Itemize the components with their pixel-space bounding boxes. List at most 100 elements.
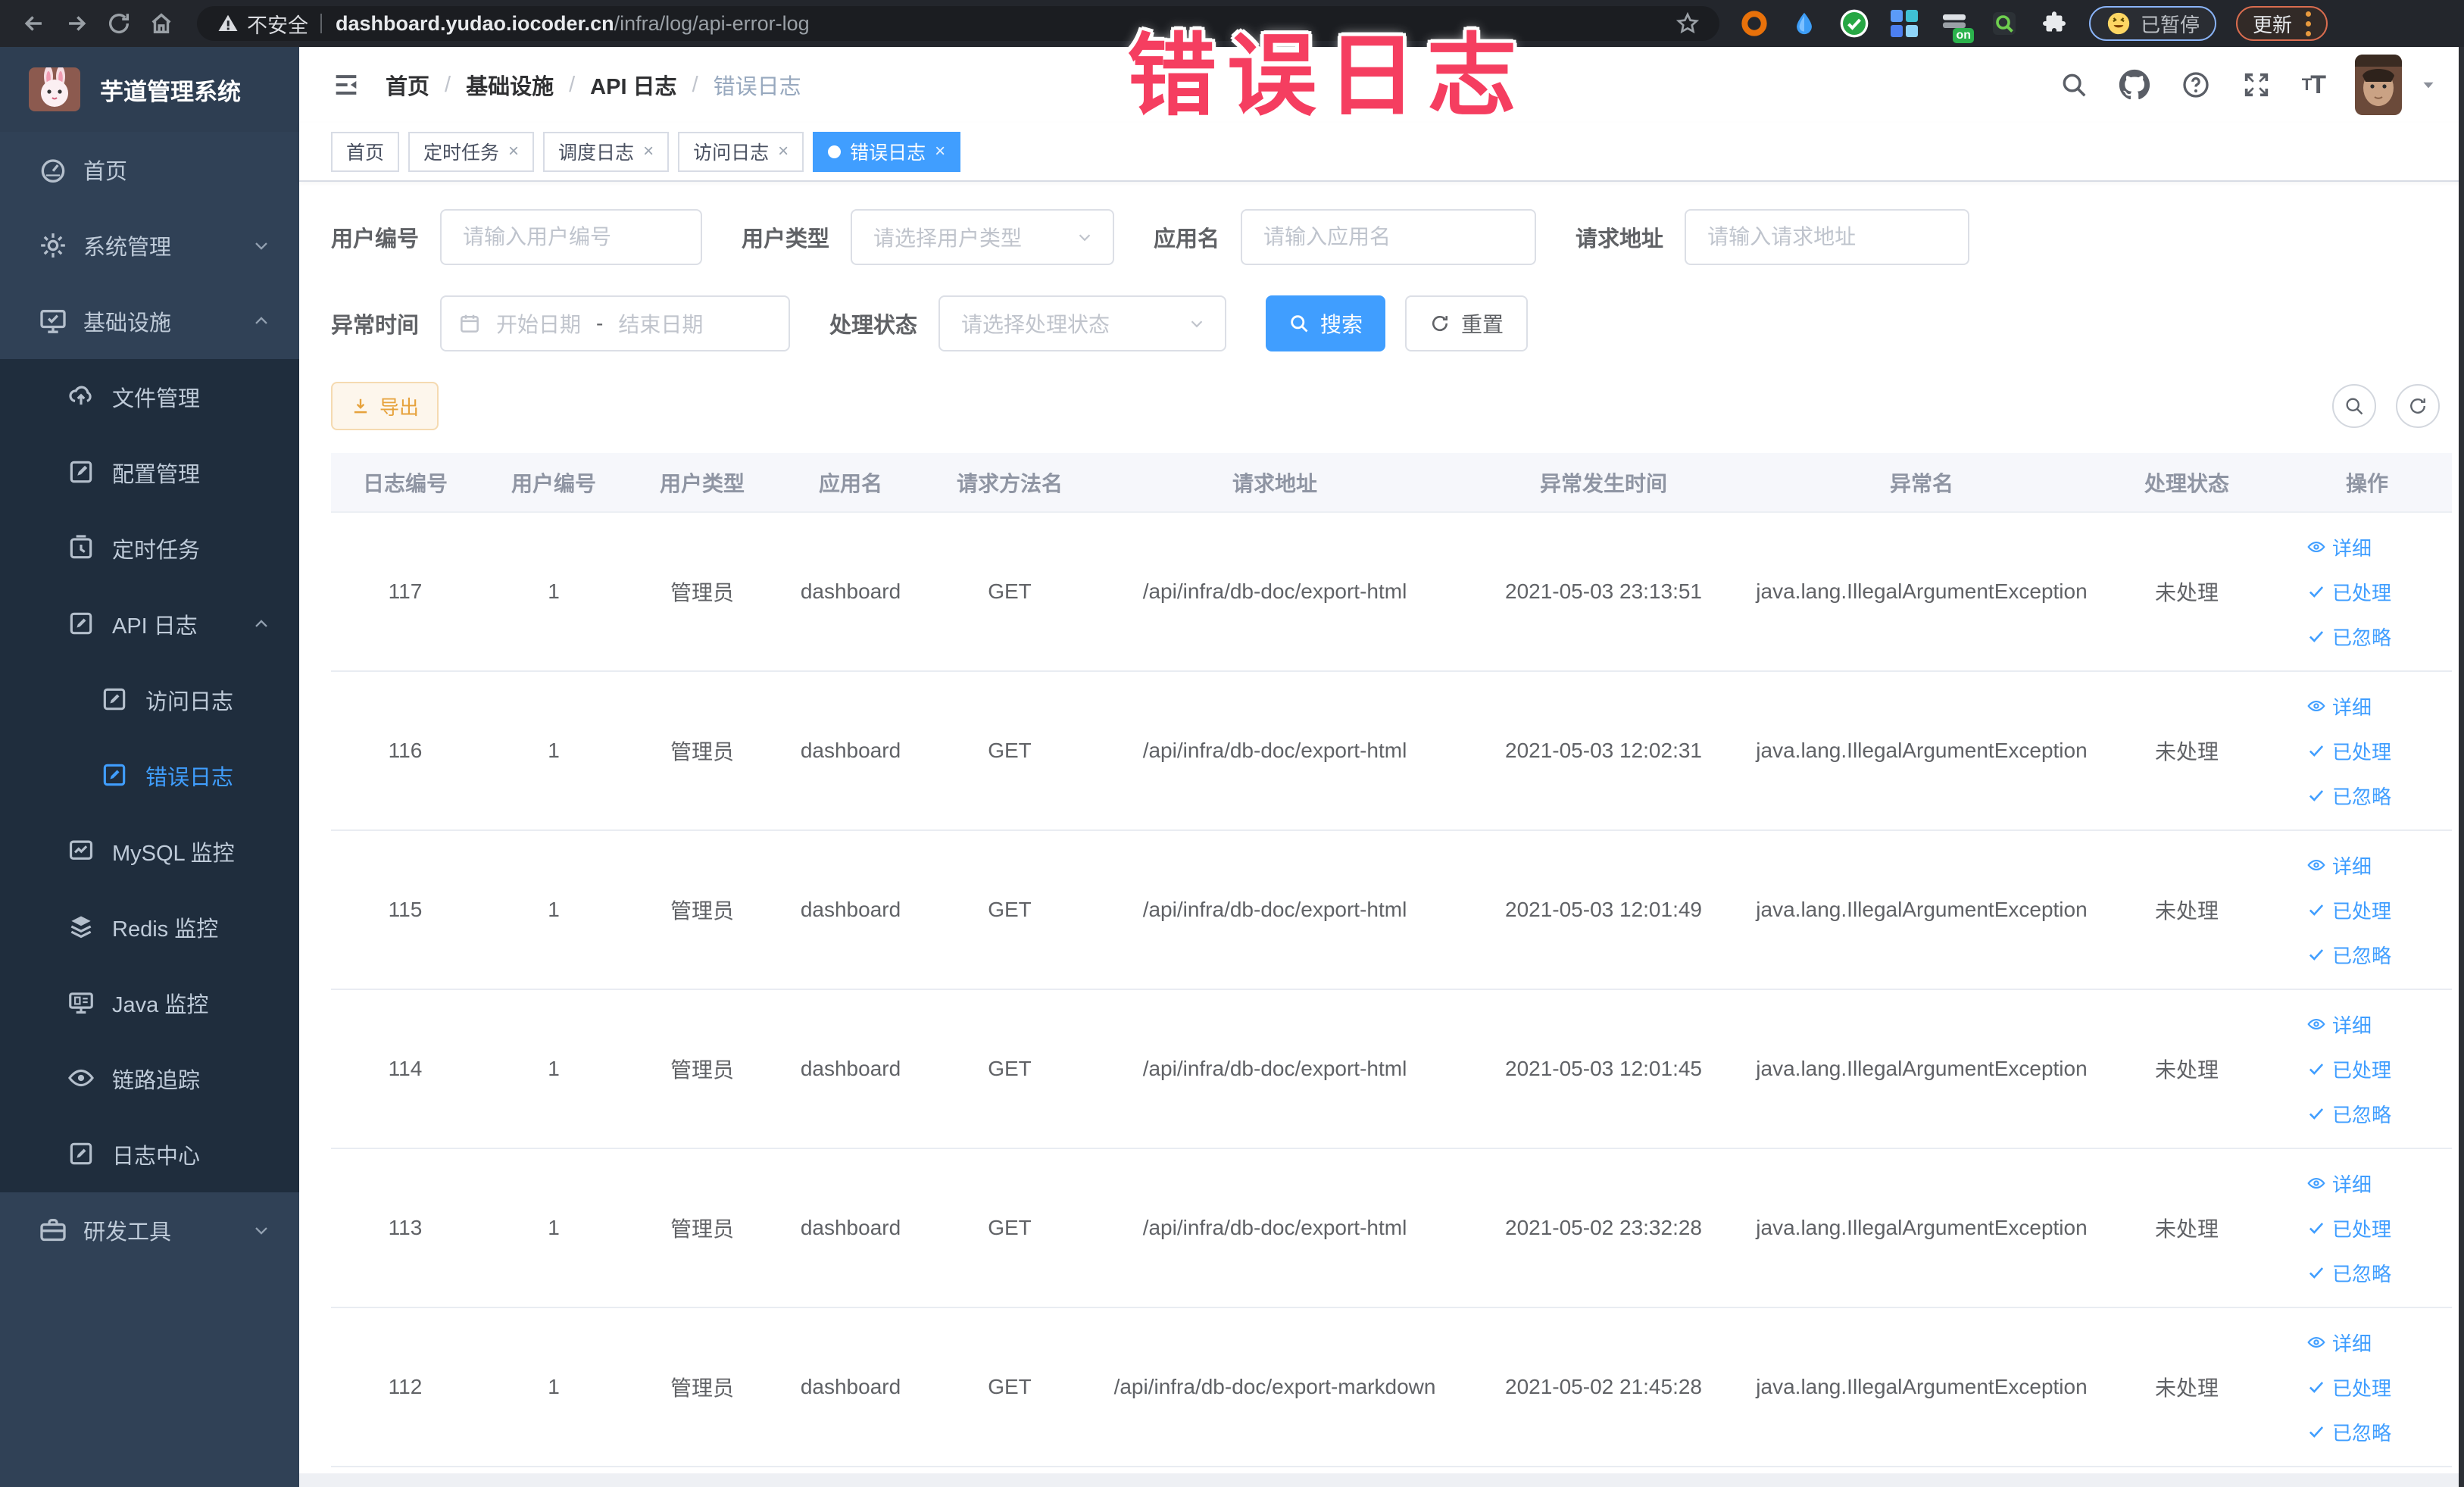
detail-link[interactable]: 详细 — [2306, 851, 2372, 879]
user-id-input[interactable] — [440, 209, 703, 265]
browser-update-button[interactable]: 更新 — [2236, 6, 2328, 41]
sidebar-item-system[interactable]: 系统管理 — [0, 208, 299, 283]
browser-home-icon[interactable] — [144, 6, 179, 41]
cell-log-id: 112 — [331, 1307, 479, 1467]
cell-app-name: dashboard — [776, 830, 925, 990]
close-icon[interactable]: × — [778, 141, 789, 162]
tab-home[interactable]: 首页 — [331, 131, 400, 172]
user-type-select[interactable]: 请选择用户类型 — [851, 209, 1115, 265]
mark-ignored-link[interactable]: 已忽略 — [2306, 623, 2391, 651]
close-icon[interactable]: × — [935, 141, 945, 162]
profile-paused-chip[interactable]: 已暂停 — [2089, 6, 2217, 41]
fullscreen-icon[interactable] — [2241, 70, 2272, 100]
sidebar-item-api-log[interactable]: API 日志 — [0, 586, 299, 662]
edit-doc-icon — [67, 609, 97, 639]
mark-processed-link[interactable]: 已处理 — [2306, 1214, 2391, 1242]
breadcrumb-api-log[interactable]: API 日志 — [590, 69, 676, 101]
github-icon[interactable] — [2119, 69, 2150, 101]
exception-time-range-picker[interactable]: 开始日期 - 结束日期 — [440, 295, 791, 351]
detail-link[interactable]: 详细 — [2306, 533, 2372, 561]
browser-reload-icon[interactable] — [101, 6, 136, 41]
browser-menu-icon[interactable] — [2306, 11, 2312, 36]
extension-blue-drop-icon[interactable] — [1789, 8, 1819, 39]
help-icon[interactable] — [2181, 70, 2211, 100]
tab-scheduled-jobs[interactable]: 定时任务 × — [408, 131, 535, 172]
breadcrumb-home[interactable]: 首页 — [386, 69, 429, 101]
caret-down-icon[interactable] — [2419, 75, 2438, 95]
extension-orange-ring-icon[interactable] — [1739, 8, 1769, 39]
status-select[interactable]: 请选择处理状态 — [938, 295, 1227, 351]
extension-on-switch-icon[interactable]: on — [1939, 8, 1974, 43]
check-icon — [2309, 1108, 2324, 1120]
col-user-type: 用户类型 — [628, 453, 776, 512]
sidebar-item-redis-monitor[interactable]: Redis 监控 — [0, 889, 299, 965]
mark-ignored-link[interactable]: 已忽略 — [2306, 1418, 2391, 1446]
extension-puzzle-icon[interactable] — [2039, 8, 2069, 39]
cell-log-id: 114 — [331, 989, 479, 1149]
tab-label: 首页 — [346, 142, 385, 164]
detail-link[interactable]: 详细 — [2306, 1170, 2372, 1198]
close-icon[interactable]: × — [508, 141, 519, 162]
sidebar-item-dev-tools[interactable]: 研发工具 — [0, 1192, 299, 1268]
reset-button[interactable]: 重置 — [1405, 295, 1529, 351]
chevron-up-icon — [251, 614, 272, 635]
cell-user-id: 1 — [479, 1148, 628, 1308]
hide-search-button[interactable] — [2332, 384, 2376, 428]
security-warning-icon[interactable] — [217, 12, 239, 35]
browser-forward-icon[interactable] — [59, 6, 94, 41]
header-search-icon[interactable] — [2060, 70, 2088, 99]
sidebar-item-home[interactable]: 首页 — [0, 132, 299, 208]
sidebar-item-mysql-monitor[interactable]: MySQL 监控 — [0, 814, 299, 889]
mark-processed-link[interactable]: 已处理 — [2306, 896, 2391, 924]
extension-green-check-icon[interactable] — [1839, 8, 1869, 39]
breadcrumb: 首页 / 基础设施 / API 日志 / 错误日志 — [386, 69, 801, 101]
sidebar-item-access-log[interactable]: 访问日志 — [0, 662, 299, 738]
sidebar-item-file-manage[interactable]: 文件管理 — [0, 359, 299, 435]
mark-ignored-link[interactable]: 已忽略 — [2306, 941, 2391, 969]
tab-label: 调度日志 — [558, 142, 635, 164]
sidebar-item-log-center[interactable]: 日志中心 — [0, 1117, 299, 1192]
bookmark-star-icon[interactable] — [1675, 11, 1700, 36]
sidebar-logo[interactable]: 芋道管理系统 — [0, 47, 299, 132]
sidebar-item-tracing[interactable]: 链路追踪 — [0, 1041, 299, 1117]
detail-link[interactable]: 详细 — [2306, 692, 2372, 720]
extension-grid-icon[interactable] — [1889, 8, 1919, 39]
window-scrollbar[interactable] — [2459, 47, 2464, 1487]
mark-processed-link[interactable]: 已处理 — [2306, 1373, 2391, 1401]
sidebar-item-scheduled-jobs[interactable]: 定时任务 — [0, 511, 299, 586]
mark-ignored-link[interactable]: 已忽略 — [2306, 782, 2391, 810]
sidebar-item-error-log[interactable]: 错误日志 — [0, 738, 299, 814]
tab-label: 错误日志 — [850, 142, 926, 164]
tab-access-log[interactable]: 访问日志 × — [678, 131, 804, 172]
refresh-table-button[interactable] — [2396, 384, 2440, 428]
extension-leaf-search-icon[interactable] — [1989, 8, 2019, 39]
check-icon — [2309, 790, 2324, 801]
detail-link[interactable]: 详细 — [2306, 1329, 2372, 1357]
sidebar-collapse-icon[interactable] — [331, 70, 361, 100]
sidebar-item-java-monitor[interactable]: Java 监控 — [0, 965, 299, 1041]
sidebar-item-config-manage[interactable]: 配置管理 — [0, 435, 299, 511]
cell-user-type: 管理员 — [628, 1307, 776, 1467]
mark-processed-link[interactable]: 已处理 — [2306, 737, 2391, 765]
col-user-id: 用户编号 — [479, 453, 628, 512]
avatar[interactable] — [2355, 55, 2402, 115]
tab-schedule-log[interactable]: 调度日志 × — [543, 131, 670, 172]
tab-error-log[interactable]: 错误日志 × — [813, 131, 961, 172]
mark-processed-link[interactable]: 已处理 — [2306, 578, 2391, 606]
search-icon — [2346, 398, 2363, 415]
mark-ignored-link[interactable]: 已忽略 — [2306, 1100, 2391, 1128]
detail-link[interactable]: 详细 — [2306, 1011, 2372, 1039]
request-url-input[interactable] — [1685, 209, 1970, 265]
search-button[interactable]: 搜索 — [1266, 295, 1386, 351]
mark-processed-link[interactable]: 已处理 — [2306, 1055, 2391, 1083]
edit-doc-icon — [67, 1139, 97, 1170]
browser-back-icon[interactable] — [17, 6, 52, 41]
font-size-icon[interactable]: TT — [2302, 70, 2326, 100]
close-icon[interactable]: × — [643, 141, 654, 162]
mark-ignored-link[interactable]: 已忽略 — [2306, 1259, 2391, 1287]
sidebar-item-infra[interactable]: 基础设施 — [0, 283, 299, 359]
breadcrumb-infra[interactable]: 基础设施 — [466, 69, 554, 101]
app-name-input[interactable] — [1241, 209, 1537, 265]
export-button[interactable]: 导出 — [331, 382, 439, 430]
cell-app-name: dashboard — [776, 1148, 925, 1308]
